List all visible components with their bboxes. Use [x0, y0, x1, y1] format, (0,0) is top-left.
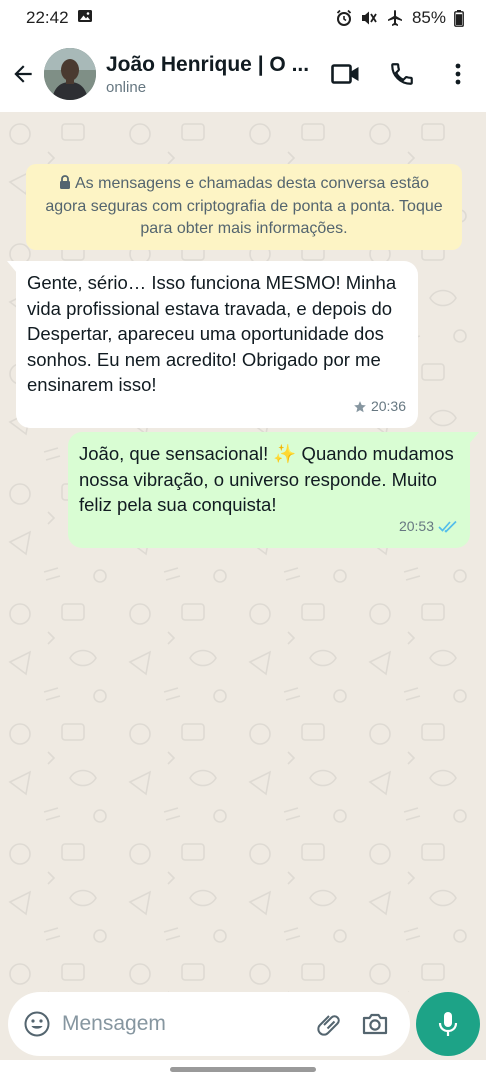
video-call-icon — [331, 64, 359, 84]
gallery-notification-icon — [77, 8, 93, 29]
video-call-button[interactable] — [318, 46, 374, 102]
more-options-icon — [455, 63, 461, 85]
read-receipt-icon — [438, 521, 457, 533]
microphone-icon — [438, 1012, 458, 1036]
status-bar-left: 22:42 — [26, 8, 93, 29]
system-nav-bar — [0, 1060, 486, 1080]
alarm-icon — [336, 9, 352, 27]
message-input[interactable]: Mensagem — [62, 1012, 306, 1036]
voice-call-icon — [391, 63, 413, 85]
encryption-notice[interactable]: As mensagens e chamadas desta conversa e… — [26, 164, 462, 250]
message-composer: Mensagem — [8, 992, 410, 1056]
message-meta: 20:36 — [353, 394, 406, 420]
message-time: 20:36 — [370, 398, 406, 414]
contact-avatar[interactable] — [44, 48, 96, 100]
message-text: Gente, sério… Isso funciona MESMO! Minha… — [27, 272, 397, 395]
chat-area[interactable]: As mensagens e chamadas desta conversa e… — [0, 112, 486, 992]
contact-presence: online — [106, 78, 147, 96]
clock: 22:42 — [26, 8, 69, 27]
camera-button[interactable] — [352, 999, 398, 1049]
message-text: João, que sensacional! ✨ Quando mudamos … — [79, 443, 454, 515]
back-button[interactable] — [2, 53, 44, 95]
attach-button[interactable] — [306, 999, 352, 1049]
incoming-message[interactable]: Gente, sério… Isso funciona MESMO! Minha… — [7, 261, 418, 428]
voice-call-button[interactable] — [374, 46, 430, 102]
message-time: 20:53 — [398, 518, 434, 534]
airplane-mode-icon — [386, 9, 404, 27]
voice-message-button[interactable] — [416, 992, 480, 1056]
battery-icon — [454, 9, 464, 27]
emoji-button[interactable] — [12, 999, 62, 1049]
status-bar: 22:42 85% — [0, 0, 486, 36]
back-arrow-icon — [14, 65, 32, 83]
emoji-icon — [24, 1011, 50, 1037]
contact-name: João Henrique | O ... — [106, 52, 310, 76]
header-actions — [318, 36, 486, 112]
battery-level: 85% — [411, 8, 446, 27]
encryption-notice-text: As mensagens e chamadas desta conversa e… — [45, 175, 443, 237]
status-bar-right: 85% — [336, 8, 464, 28]
paperclip-icon — [317, 1015, 340, 1036]
mute-icon — [360, 10, 378, 26]
camera-icon — [362, 1013, 388, 1035]
chat-header: João Henrique | O ... online — [0, 36, 486, 112]
contact-info[interactable]: João Henrique | O ... online — [106, 53, 316, 96]
star-icon — [354, 400, 366, 412]
home-gesture-handle[interactable] — [170, 1067, 316, 1072]
message-meta: 20:53 — [399, 514, 458, 540]
outgoing-message[interactable]: João, que sensacional! ✨ Quando mudamos … — [68, 432, 479, 548]
more-options-button[interactable] — [430, 46, 486, 102]
lock-icon — [59, 174, 71, 196]
